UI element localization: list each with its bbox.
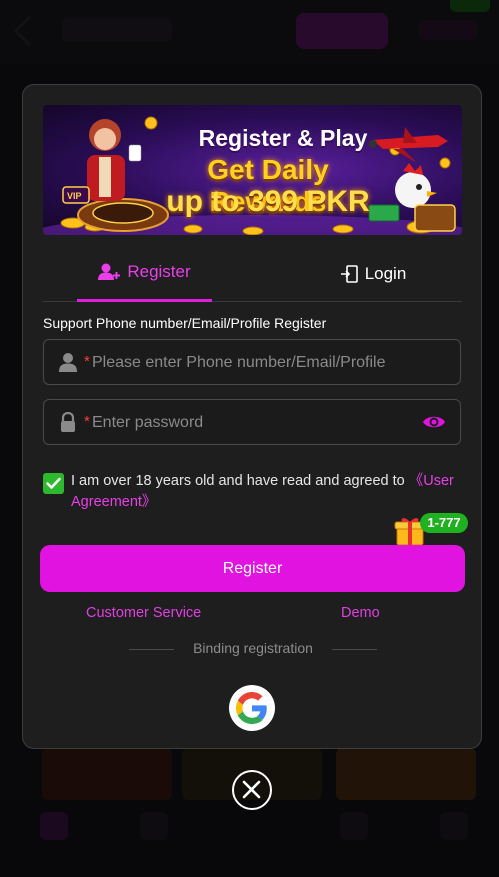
demo-link[interactable]: Demo	[341, 605, 380, 621]
check-icon	[46, 477, 61, 489]
agree-label: I am over 18 years old and have read and…	[71, 473, 409, 489]
tab-register-label: Register	[127, 262, 191, 281]
user-icon	[59, 353, 77, 372]
tab-login-label: Login	[364, 263, 407, 283]
required-mark: *	[84, 413, 90, 430]
password-field: *	[43, 399, 461, 445]
tab-login[interactable]: Login	[313, 245, 433, 302]
lock-icon	[61, 412, 75, 432]
google-icon	[236, 692, 267, 724]
customer-service-link[interactable]: Customer Service	[86, 605, 201, 621]
register-modal: VIP Register & Play Get Daily Rewards up…	[22, 84, 482, 749]
svg-text:VIP: VIP	[67, 191, 82, 201]
required-mark: *	[84, 353, 90, 370]
close-icon	[242, 780, 261, 799]
user-add-icon	[98, 263, 121, 280]
login-door-icon	[340, 264, 358, 283]
agree-text: I am over 18 years old and have read and…	[71, 471, 463, 513]
tab-register[interactable]: Register	[77, 245, 212, 302]
google-login-button[interactable]	[229, 685, 275, 731]
form-label: Support Phone number/Email/Profile Regis…	[43, 315, 327, 331]
promo-banner: VIP Register & Play Get Daily Rewards up…	[43, 105, 462, 235]
password-input[interactable]	[92, 408, 422, 438]
auth-tabs: Register Login	[43, 245, 462, 302]
banner-amount: up to 399 PKR	[166, 185, 370, 218]
banner-title: Register & Play	[198, 125, 368, 151]
account-input[interactable]	[92, 348, 422, 378]
binding-divider: Binding registration	[129, 640, 377, 658]
promo-badge: 1-777	[420, 513, 468, 533]
register-button[interactable]: Register	[40, 545, 465, 592]
close-modal-button[interactable]	[232, 770, 272, 810]
divider-line	[332, 649, 377, 650]
binding-label: Binding registration	[193, 640, 313, 656]
agree-checkbox[interactable]	[43, 473, 64, 494]
account-field: *	[43, 339, 461, 385]
eye-icon[interactable]	[422, 412, 446, 432]
